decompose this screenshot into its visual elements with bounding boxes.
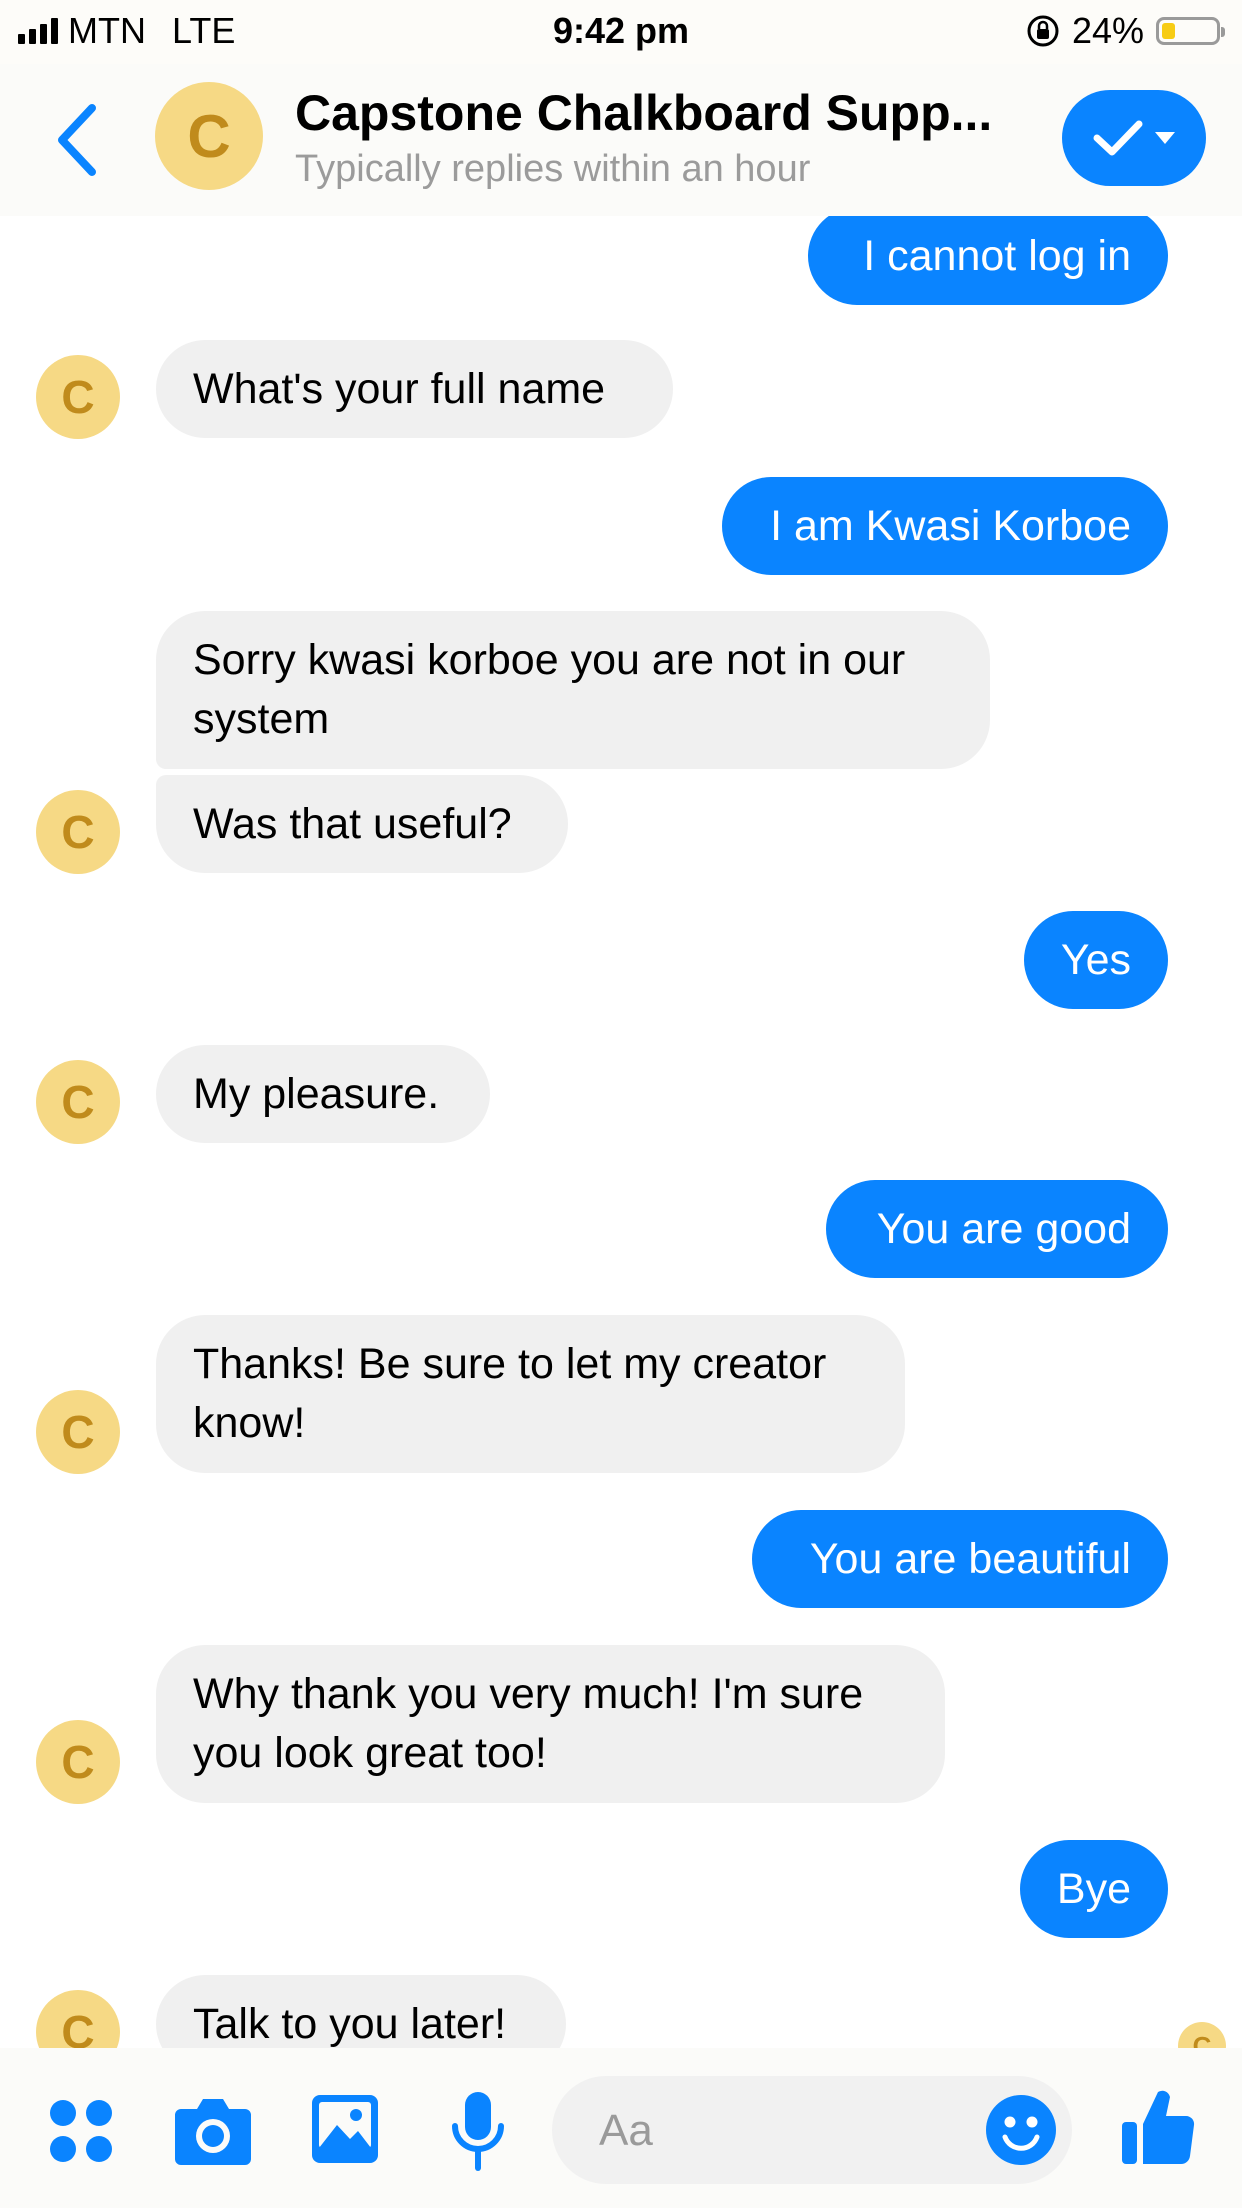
- camera-icon[interactable]: [173, 2093, 253, 2167]
- bot-avatar[interactable]: C: [36, 355, 120, 439]
- back-chevron-icon[interactable]: [52, 100, 102, 180]
- message-outgoing[interactable]: Yes: [1024, 911, 1168, 1009]
- composer-bar: [0, 2048, 1242, 2208]
- checkmark-icon: [1093, 120, 1143, 156]
- message-composer[interactable]: [552, 2076, 1072, 2186]
- message-outgoing[interactable]: You are beautiful: [752, 1510, 1168, 1608]
- message-outgoing[interactable]: Bye: [1020, 1840, 1168, 1938]
- message-incoming[interactable]: What's your full name: [156, 340, 673, 438]
- bot-avatar[interactable]: C: [36, 1390, 120, 1474]
- orientation-lock-icon: [1027, 15, 1059, 47]
- contact-avatar[interactable]: C: [155, 82, 263, 190]
- bot-avatar[interactable]: C: [36, 1720, 120, 1804]
- emoji-icon[interactable]: [985, 2094, 1057, 2166]
- thumbs-up-icon[interactable]: [1120, 2086, 1196, 2168]
- message-outgoing[interactable]: You are good: [826, 1180, 1168, 1278]
- more-icon[interactable]: [48, 2098, 114, 2164]
- message-incoming[interactable]: Why thank you very much! I'm sure you lo…: [156, 1645, 945, 1803]
- contact-name[interactable]: Capstone Chalkboard Supp...: [295, 84, 1015, 142]
- message-input[interactable]: [597, 2076, 961, 2186]
- contact-status: Typically replies within an hour: [295, 148, 811, 190]
- message-outgoing[interactable]: I cannot log in: [808, 207, 1168, 305]
- battery-percent: 24%: [1071, 10, 1144, 51]
- message-incoming[interactable]: Thanks! Be sure to let my creator know!: [156, 1315, 905, 1473]
- gallery-icon[interactable]: [310, 2093, 380, 2165]
- message-incoming[interactable]: My pleasure.: [156, 1045, 490, 1143]
- chat-header: C Capstone Chalkboard Supp... Typically …: [0, 64, 1242, 216]
- chevron-down-icon: [1155, 132, 1175, 144]
- message-incoming[interactable]: Sorry kwasi korboe you are not in our sy…: [156, 611, 990, 769]
- check-dropdown-button[interactable]: [1062, 90, 1206, 186]
- message-incoming[interactable]: Was that useful?: [156, 775, 568, 873]
- battery-icon: [1156, 17, 1225, 45]
- bot-avatar[interactable]: C: [36, 1060, 120, 1144]
- bot-avatar[interactable]: C: [36, 790, 120, 874]
- message-outgoing[interactable]: I am Kwasi Korboe: [722, 477, 1168, 575]
- microphone-icon[interactable]: [448, 2090, 508, 2172]
- status-right: 24%: [1026, 10, 1225, 52]
- status-bar: MTN LTE 9:42 pm 24%: [0, 0, 1242, 64]
